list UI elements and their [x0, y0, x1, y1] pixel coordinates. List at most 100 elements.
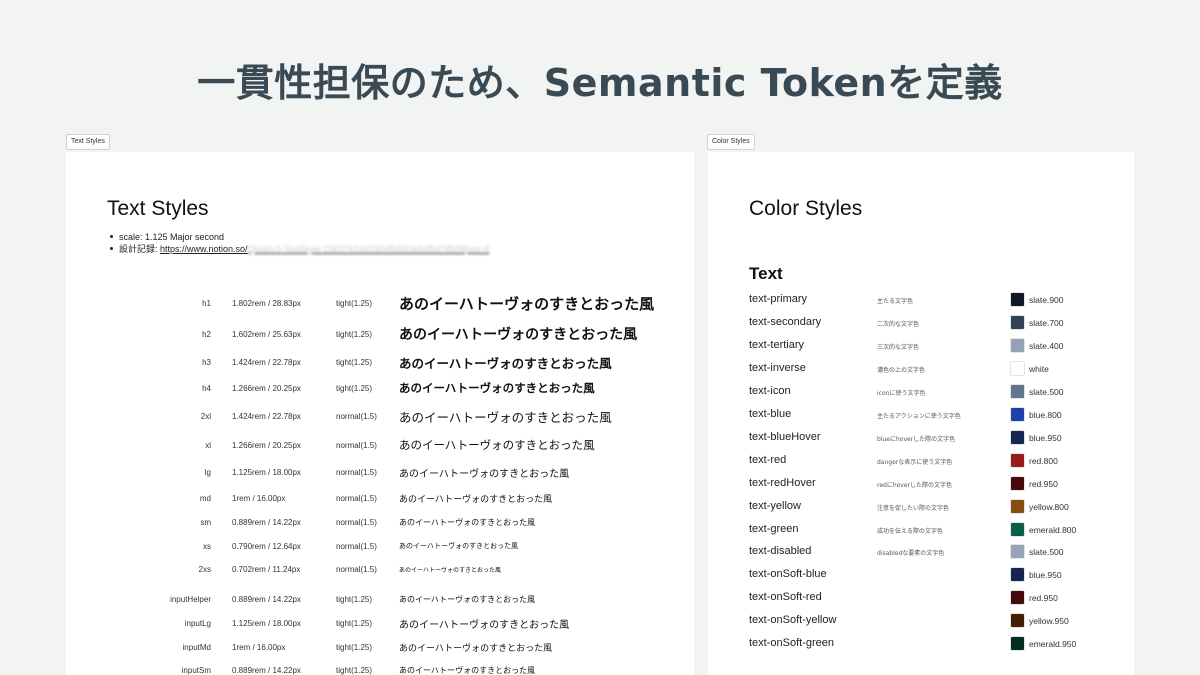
text-style-size: 1.125rem / 18.00px — [232, 467, 301, 477]
color-token-row: text-onSoft-blue blue.950 — [708, 566, 1134, 584]
text-style-line-height: normal(1.5) — [336, 493, 377, 503]
color-swatch — [1010, 567, 1025, 583]
record-note-label: 設計記録: — [119, 244, 161, 254]
color-swatch — [1010, 498, 1025, 514]
color-swatch — [1010, 544, 1025, 560]
text-style-line-height: tight(1.25) — [336, 383, 373, 393]
color-token-description: dangerな表示に使う文字色 — [877, 458, 953, 466]
text-style-line-height: normal(1.5) — [336, 411, 377, 421]
color-styles-frame: Color Styles Text text-primary 主たる文字色 slat… — [708, 152, 1134, 675]
color-token-name: text-onSoft-blue — [749, 568, 827, 581]
color-token-name: text-disabled — [749, 545, 812, 558]
text-style-line-height: normal(1.5) — [336, 440, 377, 450]
color-token-row: text-inverse 濃色の上の文字色 white — [708, 360, 1134, 378]
text-style-size: 1rem / 16.00px — [232, 642, 286, 652]
color-token-value: red.800 — [1029, 455, 1058, 466]
color-token-row: text-onSoft-green emerald.950 — [708, 635, 1134, 653]
text-style-sample: あのイーハトーヴォのすきとおった風 — [399, 542, 519, 550]
text-style-size: 1.266rem / 20.25px — [232, 440, 301, 450]
color-token-value: blue.800 — [1029, 409, 1062, 420]
scale-note-text: scale: 1.125 Major second — [119, 232, 225, 242]
color-swatch — [1010, 452, 1025, 468]
text-style-line-height: normal(1.5) — [336, 467, 377, 477]
color-swatch — [1010, 475, 1025, 491]
color-token-name: text-inverse — [749, 361, 806, 374]
text-style-row-h1: h1 1.802rem / 28.83px tight(1.25) あのイーハトーヴォ… — [66, 293, 694, 313]
text-style-name: lg — [204, 467, 211, 477]
color-token-name: text-blue — [749, 407, 792, 420]
color-token-row: text-primary 主たる文字色 slate.900 — [708, 291, 1134, 309]
color-token-name: text-primary — [749, 293, 808, 305]
text-style-row-2xs: 2xs 0.702rem / 11.24px normal(1.5) あのイーハトーヴ… — [66, 559, 694, 579]
color-swatch — [1010, 613, 1025, 629]
text-style-size: 0.790rem / 12.64px — [232, 541, 301, 551]
text-style-line-height: tight(1.25) — [336, 594, 373, 604]
text-style-size: 0.702rem / 11.24px — [232, 564, 301, 574]
color-token-value: slate.500 — [1029, 386, 1064, 397]
color-swatch — [1010, 521, 1025, 537]
text-style-row-h3: h3 1.424rem / 22.78px tight(1.25) あのイーハトーヴォ… — [66, 352, 694, 372]
text-style-sample: あのイーハトーヴォのすきとおった風 — [399, 438, 595, 452]
text-styles-notes: scale: 1.125 Major second 設計記録: https://… — [107, 231, 490, 255]
text-styles-frame: Text Styles scale: 1.125 Major second 設計… — [66, 152, 694, 675]
text-style-line-height: normal(1.5) — [336, 541, 377, 551]
color-token-description: 注意を促したい際の文字色 — [877, 504, 950, 512]
color-swatch — [1010, 590, 1025, 606]
text-style-line-height: tight(1.25) — [336, 298, 373, 308]
color-token-row: text-blue 主たるアクションに使う文字色 blue.800 — [708, 406, 1134, 424]
color-styles-frame-tag[interactable]: Color Styles — [707, 134, 755, 150]
text-style-sample: あのイーハトーヴォのすきとおった風 — [399, 643, 553, 654]
text-style-line-height: tight(1.25) — [336, 329, 373, 339]
text-style-row-2xl: 2xl 1.424rem / 22.78px normal(1.5) あのイーハトーヴ… — [66, 406, 694, 426]
color-token-row: text-onSoft-red red.950 — [708, 589, 1134, 607]
color-token-name: text-tertiary — [749, 338, 805, 351]
slide-title: 一貫性担保のため、Semantic Tokenを定義 — [197, 61, 1003, 105]
text-style-sample: あのイーハトーヴォのすきとおった風 — [399, 381, 595, 395]
text-style-line-height: normal(1.5) — [336, 517, 377, 527]
text-style-line-height: tight(1.25) — [336, 665, 373, 675]
record-link-blurred: Qiuaitv3-TextStyle-1583747cbf1804fb950e6… — [247, 244, 490, 254]
color-token-description: redにhoverした際の文字色 — [877, 481, 953, 489]
color-token-value: slate.700 — [1029, 317, 1064, 328]
text-style-name: inputSm — [181, 665, 211, 675]
color-token-row: text-red dangerな表示に使う文字色 red.800 — [708, 452, 1134, 470]
text-color-section-title: Text — [749, 264, 783, 283]
text-style-size: 1.125rem / 18.00px — [232, 618, 301, 628]
text-style-sample: あのイーハトーヴォのすきとおった風 — [399, 665, 536, 675]
color-token-value: blue.950 — [1029, 570, 1062, 581]
color-token-description: iconに使う文字色 — [877, 389, 926, 397]
color-swatch — [1010, 636, 1025, 652]
color-token-value: slate.500 — [1029, 547, 1064, 558]
text-style-size: 1.802rem / 28.83px — [232, 298, 301, 308]
text-style-sample: あのイーハトーヴォのすきとおった風 — [399, 409, 612, 425]
color-token-name: text-secondary — [749, 315, 822, 328]
color-token-row: text-green 成功を伝える際の文字色 emerald.800 — [708, 521, 1134, 539]
text-style-sample: あのイーハトーヴォのすきとおった風 — [399, 355, 612, 371]
color-token-name: text-green — [749, 522, 799, 535]
color-token-description: 主たるアクションに使う文字色 — [877, 412, 961, 420]
text-style-row-inputMd: inputMd 1rem / 16.00px tight(1.25) あのイーハトーヴ… — [66, 637, 694, 657]
color-token-name: text-onSoft-yellow — [749, 614, 837, 627]
text-style-name: h3 — [202, 357, 211, 367]
text-style-sample: あのイーハトーヴォのすきとおった風 — [399, 594, 536, 604]
color-token-description: 二次的な文字色 — [877, 320, 920, 328]
text-style-name: sm — [200, 517, 211, 527]
color-swatch — [1010, 429, 1025, 445]
text-styles-heading: Text Styles — [107, 197, 209, 220]
text-style-row-sm: sm 0.889rem / 14.22px normal(1.5) あのイーハトーヴォ… — [66, 512, 694, 532]
color-swatch — [1010, 406, 1025, 422]
color-token-value: emerald.950 — [1029, 639, 1077, 650]
text-styles-frame-tag[interactable]: Text Styles — [66, 134, 110, 150]
record-link[interactable]: https://www.notion.so/Qiuaitv3-TextStyle… — [160, 244, 489, 254]
record-link-text: https://www.notion.so/ — [160, 244, 248, 254]
color-token-name: text-onSoft-green — [749, 637, 834, 650]
color-token-value: yellow.950 — [1029, 616, 1069, 627]
text-style-size: 1.266rem / 20.25px — [232, 383, 301, 393]
color-token-description: 成功を伝える際の文字色 — [877, 527, 943, 535]
text-style-row-md: md 1rem / 16.00px normal(1.5) あのイーハトーヴォのすきと… — [66, 488, 694, 508]
color-token-row: text-redHover redにhoverした際の文字色 red.950 — [708, 475, 1134, 493]
color-token-value: white — [1029, 363, 1049, 374]
text-style-row-xl: xl 1.266rem / 20.25px normal(1.5) あのイーハトーヴォ… — [66, 435, 694, 455]
text-style-row-inputSm: inputSm 0.889rem / 14.22px tight(1.25) あのイー… — [66, 660, 694, 675]
text-style-row-xs: xs 0.790rem / 12.64px normal(1.5) あのイーハトーヴォ… — [66, 536, 694, 556]
